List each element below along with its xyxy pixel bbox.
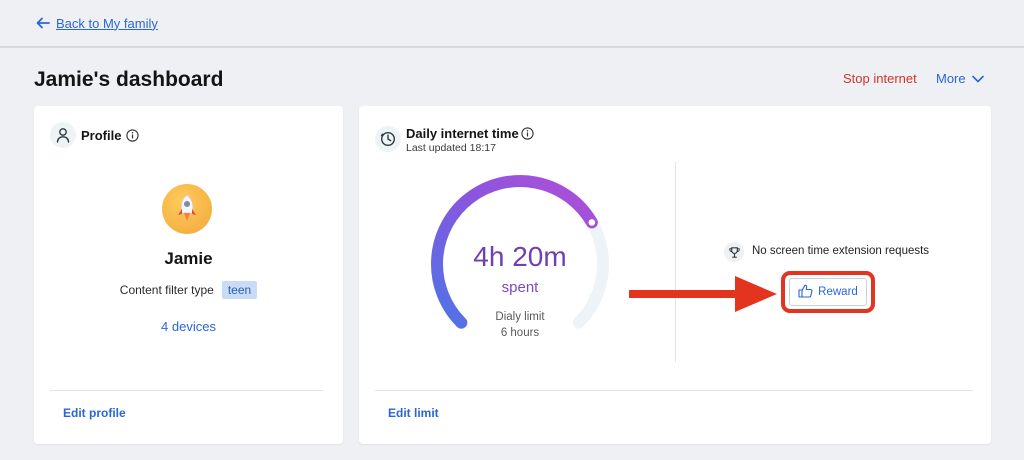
filter-badge: teen	[221, 281, 258, 299]
edit-limit-link[interactable]: Edit limit	[388, 406, 439, 420]
edit-profile-link[interactable]: Edit profile	[63, 406, 126, 420]
daily-limit-value: 6 hours	[500, 327, 540, 339]
rocket-icon	[178, 194, 196, 221]
extension-requests-status: No screen time extension requests	[752, 245, 930, 257]
child-name: Jamie	[164, 249, 213, 268]
arrow-left-icon	[36, 17, 50, 29]
trophy-icon	[724, 242, 744, 262]
reward-label: Reward	[818, 286, 858, 298]
time-spent-label: spent	[501, 279, 539, 296]
info-icon[interactable]	[521, 127, 534, 140]
thumbs-up-icon	[798, 284, 813, 301]
info-icon[interactable]	[126, 129, 139, 142]
clock-icon	[375, 126, 401, 152]
page-title: Jamie's dashboard	[34, 68, 224, 91]
chevron-down-icon	[971, 71, 984, 86]
more-label: More	[936, 71, 966, 86]
content-filter-row: Content filter type teen	[34, 281, 343, 299]
filter-label: Content filter type	[119, 283, 214, 297]
card-divider	[50, 390, 323, 391]
vertical-divider	[675, 162, 676, 362]
stop-internet-button[interactable]: Stop internet	[843, 71, 917, 86]
profile-title: Profile	[81, 128, 122, 143]
avatar	[162, 184, 212, 234]
back-link-label: Back to My family	[56, 15, 158, 31]
top-bar: Back to My family	[0, 0, 1024, 48]
profile-card: Profile Jamie Content filter type teen 4…	[34, 106, 343, 444]
devices-link[interactable]: 4 devices	[34, 319, 343, 334]
time-spent-value: 4h 20m	[473, 241, 567, 272]
internet-time-card: Daily internet time Last updated 18:17 4…	[359, 106, 991, 444]
reward-button[interactable]: Reward	[789, 278, 867, 306]
daily-limit-label: Dialy limit	[495, 311, 545, 323]
person-icon	[50, 122, 76, 148]
red-arrow-icon	[629, 276, 777, 312]
last-updated: Last updated 18:17	[406, 142, 496, 154]
more-menu-button[interactable]: More	[936, 71, 984, 86]
back-to-family-link[interactable]: Back to My family	[36, 14, 158, 32]
card-divider	[375, 390, 973, 391]
internet-title: Daily internet time	[406, 126, 519, 141]
gauge-knob	[588, 219, 596, 226]
